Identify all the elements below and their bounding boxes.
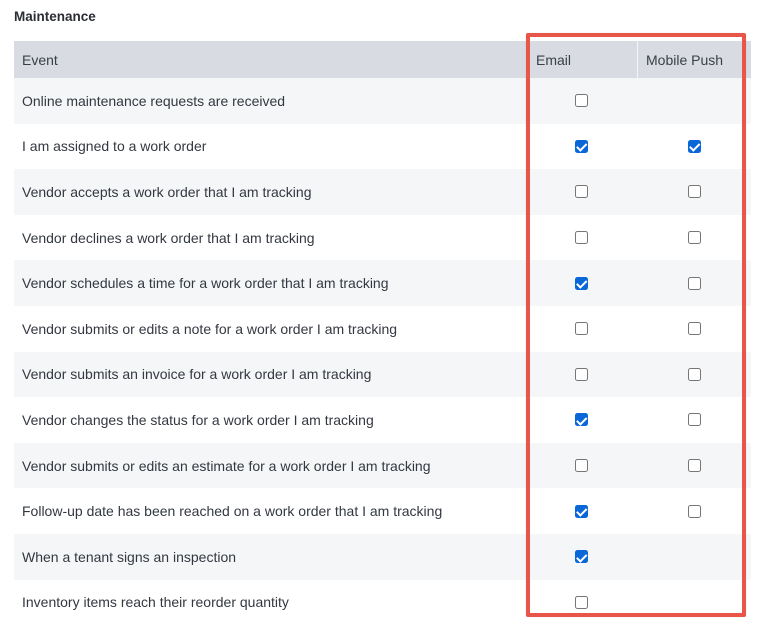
email-checkbox[interactable]: [574, 94, 588, 108]
email-checkbox[interactable]: [574, 550, 588, 564]
table-row: Vendor submits or edits an estimate for …: [14, 442, 751, 489]
event-label: Follow-up date has been reached on a wor…: [22, 503, 443, 520]
email-checkbox[interactable]: [574, 139, 588, 153]
event-label: Inventory items reach their reorder quan…: [22, 594, 289, 611]
table-row: When a tenant signs an inspection: [14, 533, 751, 580]
table-row: Vendor accepts a work order that I am tr…: [14, 169, 751, 215]
mobile-push-checkbox[interactable]: [687, 504, 701, 518]
email-checkbox[interactable]: [574, 231, 588, 245]
event-label: Vendor schedules a time for a work order…: [22, 275, 389, 292]
table-row: I am assigned to a work order: [14, 124, 751, 170]
event-label: Vendor changes the status for a work ord…: [22, 411, 374, 428]
header-email: Email: [536, 51, 572, 68]
email-checkbox[interactable]: [574, 413, 588, 427]
email-checkbox[interactable]: [574, 276, 588, 290]
table-header: Event Email Mobile Push: [14, 41, 751, 78]
mobile-push-checkbox[interactable]: [687, 367, 701, 381]
table-row: Vendor submits an invoice for a work ord…: [14, 351, 751, 398]
event-label: Vendor submits an invoice for a work ord…: [22, 366, 372, 383]
email-checkbox[interactable]: [574, 367, 588, 381]
event-label: Online maintenance requests are received: [22, 92, 286, 109]
table-row: Follow-up date has been reached on a wor…: [14, 488, 751, 534]
table-row: Vendor declines a work order that I am t…: [14, 215, 751, 261]
email-checkbox[interactable]: [574, 459, 588, 473]
email-checkbox[interactable]: [574, 504, 588, 518]
table-row: Vendor submits or edits a note for a wor…: [14, 306, 751, 352]
mobile-push-checkbox[interactable]: [687, 231, 701, 245]
email-checkbox[interactable]: [574, 322, 588, 336]
email-checkbox[interactable]: [574, 185, 588, 199]
mobile-push-checkbox[interactable]: [687, 139, 701, 153]
mobile-push-checkbox[interactable]: [687, 322, 701, 336]
event-label: Vendor submits or edits an estimate for …: [22, 457, 431, 474]
notifications-table: Event Email Mobile Push Online maintenan…: [14, 41, 751, 624]
table-row: Vendor schedules a time for a work order…: [14, 260, 751, 306]
mobile-push-checkbox[interactable]: [687, 185, 701, 199]
section-title: Maintenance: [14, 9, 96, 24]
email-checkbox[interactable]: [574, 595, 588, 609]
mobile-push-checkbox[interactable]: [687, 459, 701, 473]
table-row: Online maintenance requests are received: [14, 78, 751, 124]
event-label: Vendor accepts a work order that I am tr…: [22, 183, 312, 200]
event-label: Vendor declines a work order that I am t…: [22, 229, 315, 246]
table-row: Vendor changes the status for a work ord…: [14, 397, 751, 443]
mobile-push-checkbox[interactable]: [687, 413, 701, 427]
event-label: Vendor submits or edits a note for a wor…: [22, 320, 398, 337]
header-mobile-push: Mobile Push: [637, 41, 751, 78]
mobile-push-checkbox[interactable]: [687, 276, 701, 290]
table-row: Inventory items reach their reorder quan…: [14, 580, 751, 624]
event-label: I am assigned to a work order: [22, 138, 207, 155]
header-event: Event: [22, 51, 58, 68]
event-label: When a tenant signs an inspection: [22, 548, 237, 565]
